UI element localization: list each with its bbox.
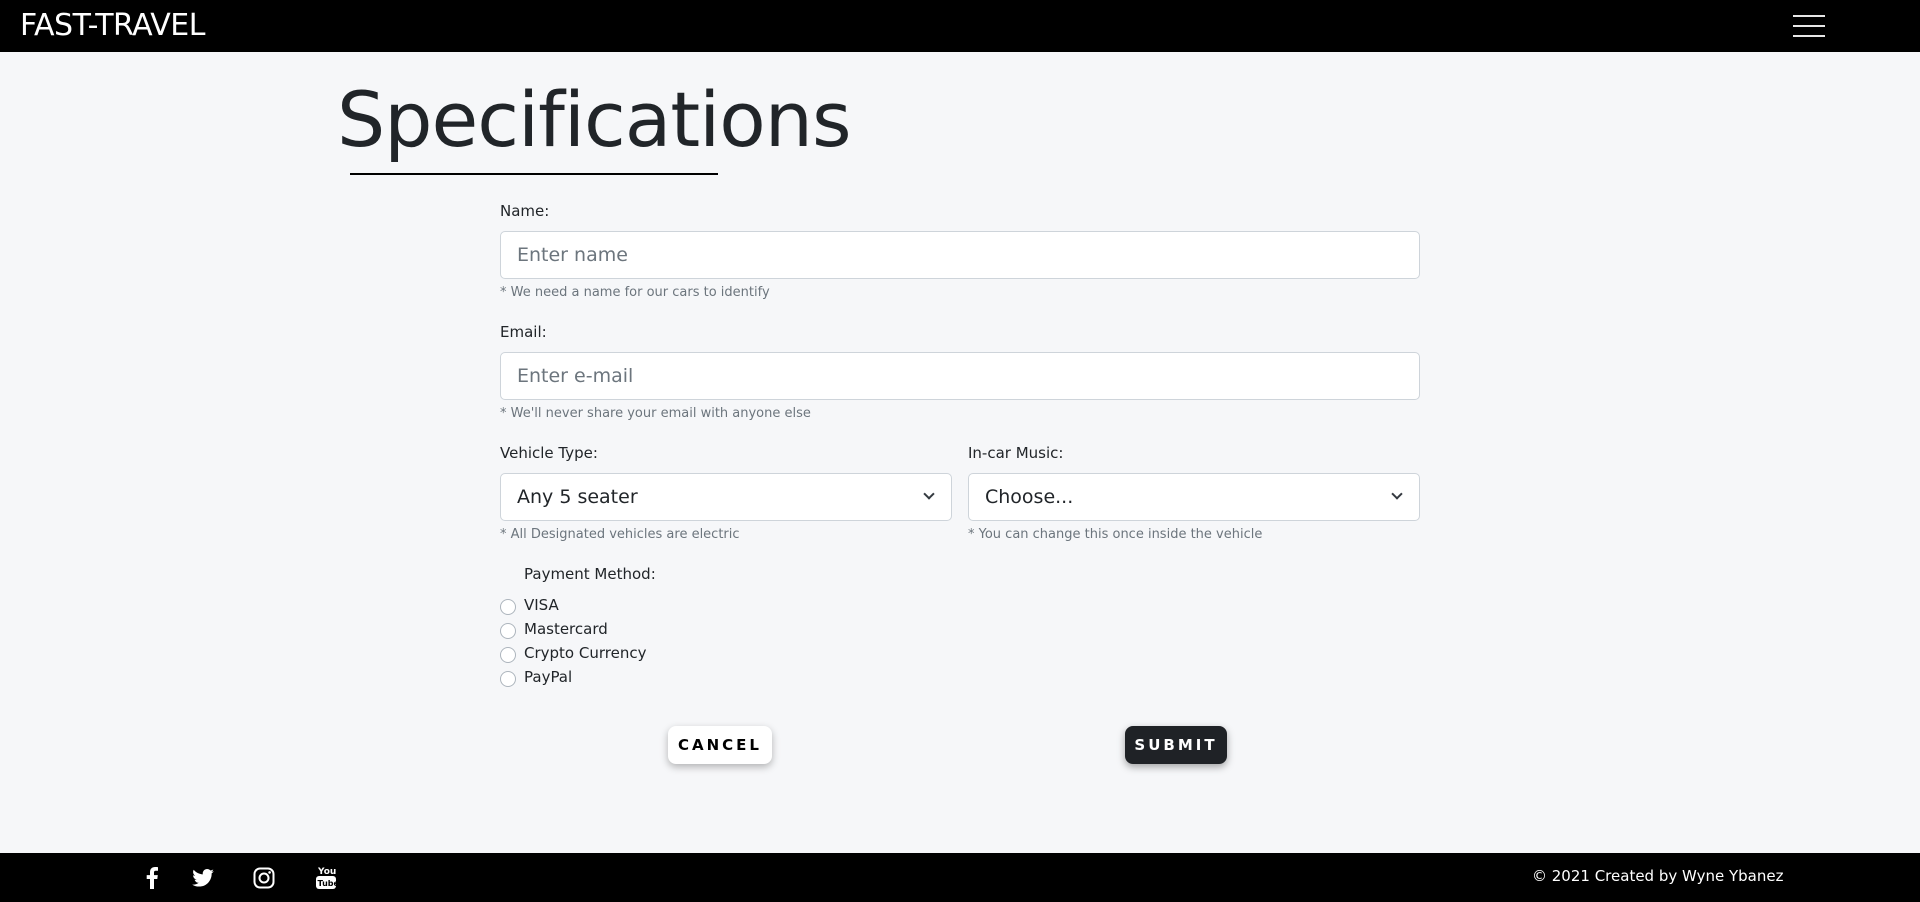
twitter-icon[interactable] <box>190 865 216 891</box>
brand-logo[interactable]: FAST-TRAVEL <box>20 8 205 43</box>
in-car-music-selected: Choose... <box>985 486 1074 508</box>
chevron-down-icon <box>923 488 935 500</box>
vehicle-type-select[interactable]: Any 5 seater <box>500 473 952 521</box>
youtube-icon[interactable]: You Tube <box>313 865 339 891</box>
radio-label: VISA <box>524 596 559 614</box>
svg-text:You: You <box>317 867 336 877</box>
radio-button[interactable] <box>500 623 516 639</box>
vehicle-type-label: Vehicle Type: <box>500 444 598 462</box>
footer: You Tube © 2021 Created by Wyne Ybanez <box>0 853 1920 902</box>
name-label: Name: <box>500 202 550 220</box>
page-title: Specifications <box>337 75 852 164</box>
facebook-icon[interactable] <box>139 865 165 891</box>
navbar: FAST-TRAVEL <box>0 0 1920 52</box>
cancel-button[interactable]: CANCEL <box>668 726 772 764</box>
hamburger-menu-icon[interactable] <box>1793 14 1825 38</box>
copyright-text: © 2021 Created by Wyne Ybanez <box>1532 867 1784 885</box>
radio-button[interactable] <box>500 671 516 687</box>
email-help-text: * We'll never share your email with anyo… <box>500 406 811 421</box>
name-help-text: * We need a name for our cars to identif… <box>500 285 770 300</box>
radio-label: Mastercard <box>524 620 608 638</box>
vehicle-type-selected: Any 5 seater <box>517 486 638 508</box>
submit-button[interactable]: SUBMIT <box>1125 726 1227 764</box>
radio-label: PayPal <box>524 668 573 686</box>
in-car-music-label: In-car Music: <box>968 444 1064 462</box>
radio-button[interactable] <box>500 647 516 663</box>
name-input[interactable] <box>500 231 1420 279</box>
email-input[interactable] <box>500 352 1420 400</box>
title-underline <box>350 173 718 175</box>
email-label: Email: <box>500 323 547 341</box>
svg-text:Tube: Tube <box>318 879 338 888</box>
in-car-music-help-text: * You can change this once inside the ve… <box>968 527 1263 542</box>
instagram-icon[interactable] <box>251 865 277 891</box>
vehicle-type-help-text: * All Designated vehicles are electric <box>500 527 740 542</box>
radio-button[interactable] <box>500 599 516 615</box>
in-car-music-select[interactable]: Choose... <box>968 473 1420 521</box>
payment-method-label: Payment Method: <box>524 565 656 583</box>
chevron-down-icon <box>1391 488 1403 500</box>
radio-label: Crypto Currency <box>524 644 647 662</box>
